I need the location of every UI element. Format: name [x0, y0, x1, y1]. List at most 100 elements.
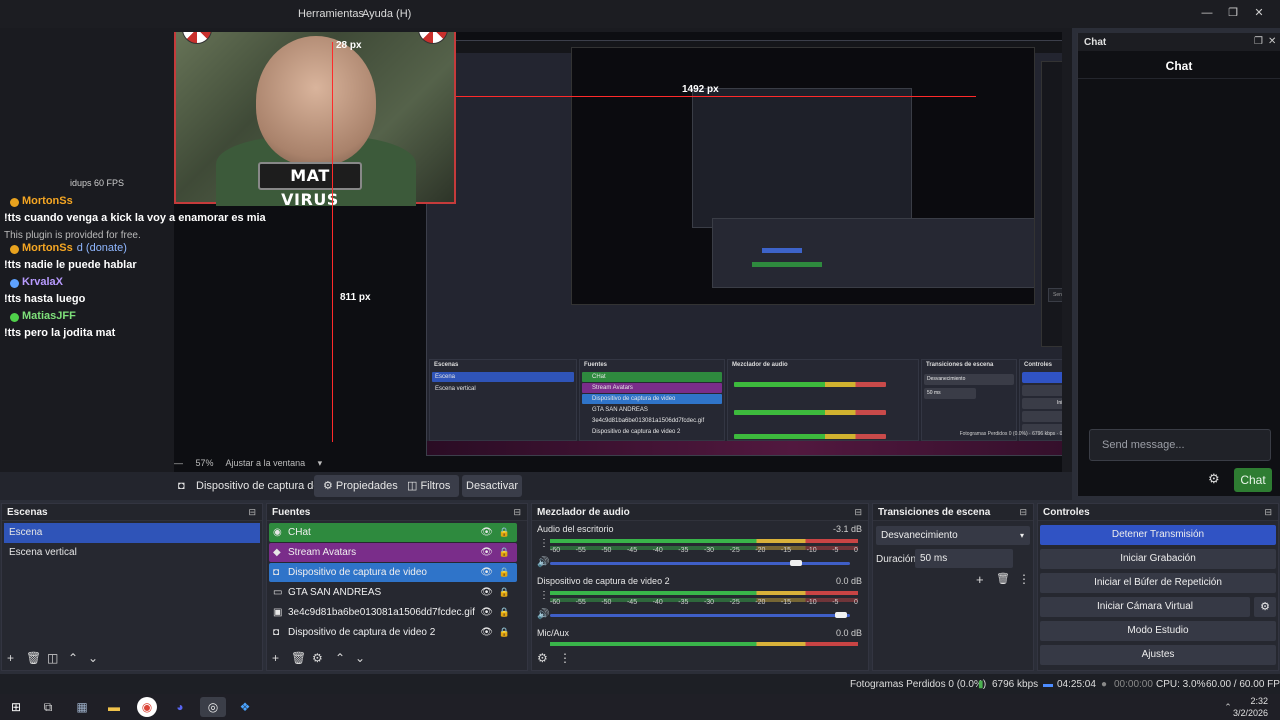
volume-fader[interactable]	[550, 562, 850, 565]
meter-tick-label: -40	[652, 599, 663, 606]
nested-controls-dock: Controles Detener Transmisión Iniciar Gr…	[1019, 359, 1062, 441]
chrome-icon[interactable]: ◉	[137, 697, 157, 717]
mixer-header: Mezclador de audio ⊟	[532, 504, 868, 521]
speaker-icon[interactable]: 🔊	[537, 609, 549, 620]
fader-knob[interactable]	[790, 560, 802, 566]
clock[interactable]: 2:32 3/2/2026	[1233, 695, 1268, 719]
gear-icon[interactable]: ⚙	[1208, 471, 1220, 487]
nested-scenes-dock: Escenas Escena Escena vertical	[429, 359, 577, 441]
zoom-level[interactable]: 57%	[196, 458, 214, 468]
start-recording-button[interactable]: Iniciar Grabación	[1040, 549, 1276, 569]
chevron-down-icon[interactable]: ⌄	[88, 651, 98, 665]
chat-dock-title: Chat	[1084, 37, 1107, 48]
chevron-down-icon[interactable]: ⌄	[355, 651, 365, 665]
mixer-settings-icon[interactable]: ⚙	[537, 651, 548, 665]
windows-start-icon[interactable]: ⊞	[6, 697, 26, 717]
source-item[interactable]: ◉ CHat 👁 🔒	[269, 523, 517, 542]
meter-tick-label: -40	[652, 547, 663, 554]
umbrella-logo-icon	[418, 32, 448, 44]
gear-icon[interactable]: ⚙	[1254, 597, 1276, 617]
menu-herramientas[interactable]: Herramientas	[298, 8, 364, 20]
meter-tick-label: -60	[550, 599, 561, 606]
source-item[interactable]: ▭ GTA SAN ANDREAS 👁 🔒	[269, 583, 517, 602]
speaker-icon[interactable]: 🔊	[537, 557, 549, 568]
properties-button[interactable]: ⚙ Propiedades	[314, 475, 407, 497]
preview-area[interactable]: Chat Send message... Chat Escenas Escena…	[0, 28, 1072, 496]
scene-item[interactable]: Escena	[4, 523, 260, 543]
chat-dock: Chat ❐ ✕ Chat Send message... ⚙ Chat	[1077, 33, 1280, 496]
dimension-right-label: 1492 px	[682, 84, 719, 95]
source-item[interactable]: ◘ Dispositivo de captura de video 👁 🔒	[269, 563, 517, 582]
zoom-dropdown-icon[interactable]: ▾	[318, 458, 323, 468]
add-icon[interactable]: +	[7, 651, 14, 665]
app-icon[interactable]: ❖	[235, 697, 255, 717]
source-item[interactable]: ▣ 3e4c9d81ba6be013081a1506dd7fcdec.gif 👁 🔒	[269, 603, 517, 622]
obs-window: Herramientas Ayuda (H) — ❐ ✕ Chat Send m…	[0, 0, 1280, 720]
meter-tick-label: -50	[601, 547, 612, 554]
filter-icon[interactable]: ◫	[47, 651, 58, 665]
obs-icon[interactable]: ◎	[200, 697, 226, 717]
studio-mode-button[interactable]: Modo Estudio	[1040, 621, 1276, 641]
meter-scale: -60 -55 -50 -45 -40 -35 -30 -25 -20 -15 -10 -5 0	[550, 599, 858, 609]
fader-knob[interactable]	[835, 612, 847, 618]
meter-tick-label: -50	[601, 599, 612, 606]
file-explorer-icon[interactable]: ▬	[104, 697, 124, 717]
chevron-up-icon[interactable]: ⌃	[335, 651, 345, 665]
zoom-mode[interactable]: Ajustar a la ventana	[226, 458, 306, 468]
eye-icon: 👁	[480, 547, 493, 558]
start-replay-buffer-button[interactable]: Iniciar el Búfer de Repetición	[1040, 573, 1276, 593]
close-icon[interactable]: ✕	[1268, 36, 1276, 47]
bitrate: 6796 kbps	[992, 679, 1039, 690]
settings-button[interactable]: Ajustes	[1040, 645, 1276, 665]
float-icon[interactable]: ⊟	[854, 507, 862, 518]
channel-menu-icon[interactable]: ⋮	[539, 538, 549, 549]
source-item[interactable]: ◆ Stream Avatars 👁 🔒	[269, 543, 517, 562]
menu-ayuda[interactable]: Ayuda (H)	[362, 8, 411, 20]
chevron-up-icon[interactable]: ⌃	[68, 651, 78, 665]
trash-icon[interactable]: 🗑	[996, 572, 1010, 585]
float-icon[interactable]: ❐	[1254, 36, 1263, 47]
start-virtual-camera-button[interactable]: Iniciar Cámara Virtual	[1040, 597, 1250, 617]
gear-icon[interactable]: ⚙	[312, 651, 323, 665]
float-icon[interactable]: ⊟	[1264, 507, 1272, 518]
minimize-button[interactable]: —	[1194, 2, 1220, 24]
scenes-header: Escenas ⊟	[2, 504, 262, 521]
meter-scale: -60 -55 -50 -45 -40 -35 -30 -25 -20 -15 -10 -5 0	[550, 547, 858, 557]
sources-title: Fuentes	[272, 507, 311, 518]
eye-icon: 👁	[480, 587, 493, 598]
meter-tick-label: -30	[703, 547, 715, 554]
guide-line-horizontal	[456, 96, 976, 97]
calculator-icon[interactable]: ▦	[72, 697, 92, 717]
transition-menu-icon[interactable]: ⋮	[1018, 572, 1030, 586]
volume-fader[interactable]	[550, 614, 850, 617]
nested-preview	[571, 47, 1035, 305]
float-icon[interactable]: ⊟	[248, 507, 256, 518]
channel-menu-icon[interactable]: ⋮	[539, 590, 549, 601]
preview-canvas[interactable]: Chat Send message... Chat Escenas Escena…	[174, 32, 1062, 484]
camera-icon: ◘	[273, 627, 280, 638]
source-item[interactable]: ◘ Dispositivo de captura de video 2 👁 🔒	[269, 623, 517, 642]
float-icon[interactable]: ⊟	[513, 507, 521, 518]
chat-send-button[interactable]: Chat	[1234, 468, 1272, 492]
maximize-button[interactable]: ❐	[1220, 2, 1246, 24]
chat-dock-header	[1078, 33, 1280, 51]
deactivate-button[interactable]: Desactivar	[462, 475, 522, 497]
duration-input[interactable]: 50 ms	[915, 549, 1013, 568]
mixer-menu-icon[interactable]: ⋮	[559, 651, 571, 665]
discord-icon[interactable]: ◕	[170, 697, 190, 717]
stop-streaming-button[interactable]: Detener Transmisión	[1040, 525, 1276, 545]
close-button[interactable]: ✕	[1246, 2, 1272, 24]
scene-item[interactable]: Escena vertical	[4, 543, 260, 563]
nested-status-bar: Fotogramas Perdidos 0 (0.0%) · 6796 kbps…	[959, 431, 1062, 437]
source-toolbar: ◘ Dispositivo de captura de v ⚙ Propieda…	[0, 472, 1072, 500]
send-message-input[interactable]: Send message...	[1089, 429, 1271, 461]
add-icon[interactable]: +	[272, 651, 279, 665]
trash-icon[interactable]: 🗑	[291, 651, 306, 665]
transition-select[interactable]: Desvanecimiento ▾	[876, 526, 1030, 545]
add-icon[interactable]: +	[976, 572, 984, 587]
task-view-icon[interactable]: ⧉	[38, 697, 58, 717]
filters-button[interactable]: ◫ Filtros	[398, 475, 460, 497]
trash-icon[interactable]: 🗑	[26, 651, 41, 665]
float-icon[interactable]: ⊟	[1019, 507, 1027, 518]
meter-tick-label: -5	[832, 547, 839, 554]
